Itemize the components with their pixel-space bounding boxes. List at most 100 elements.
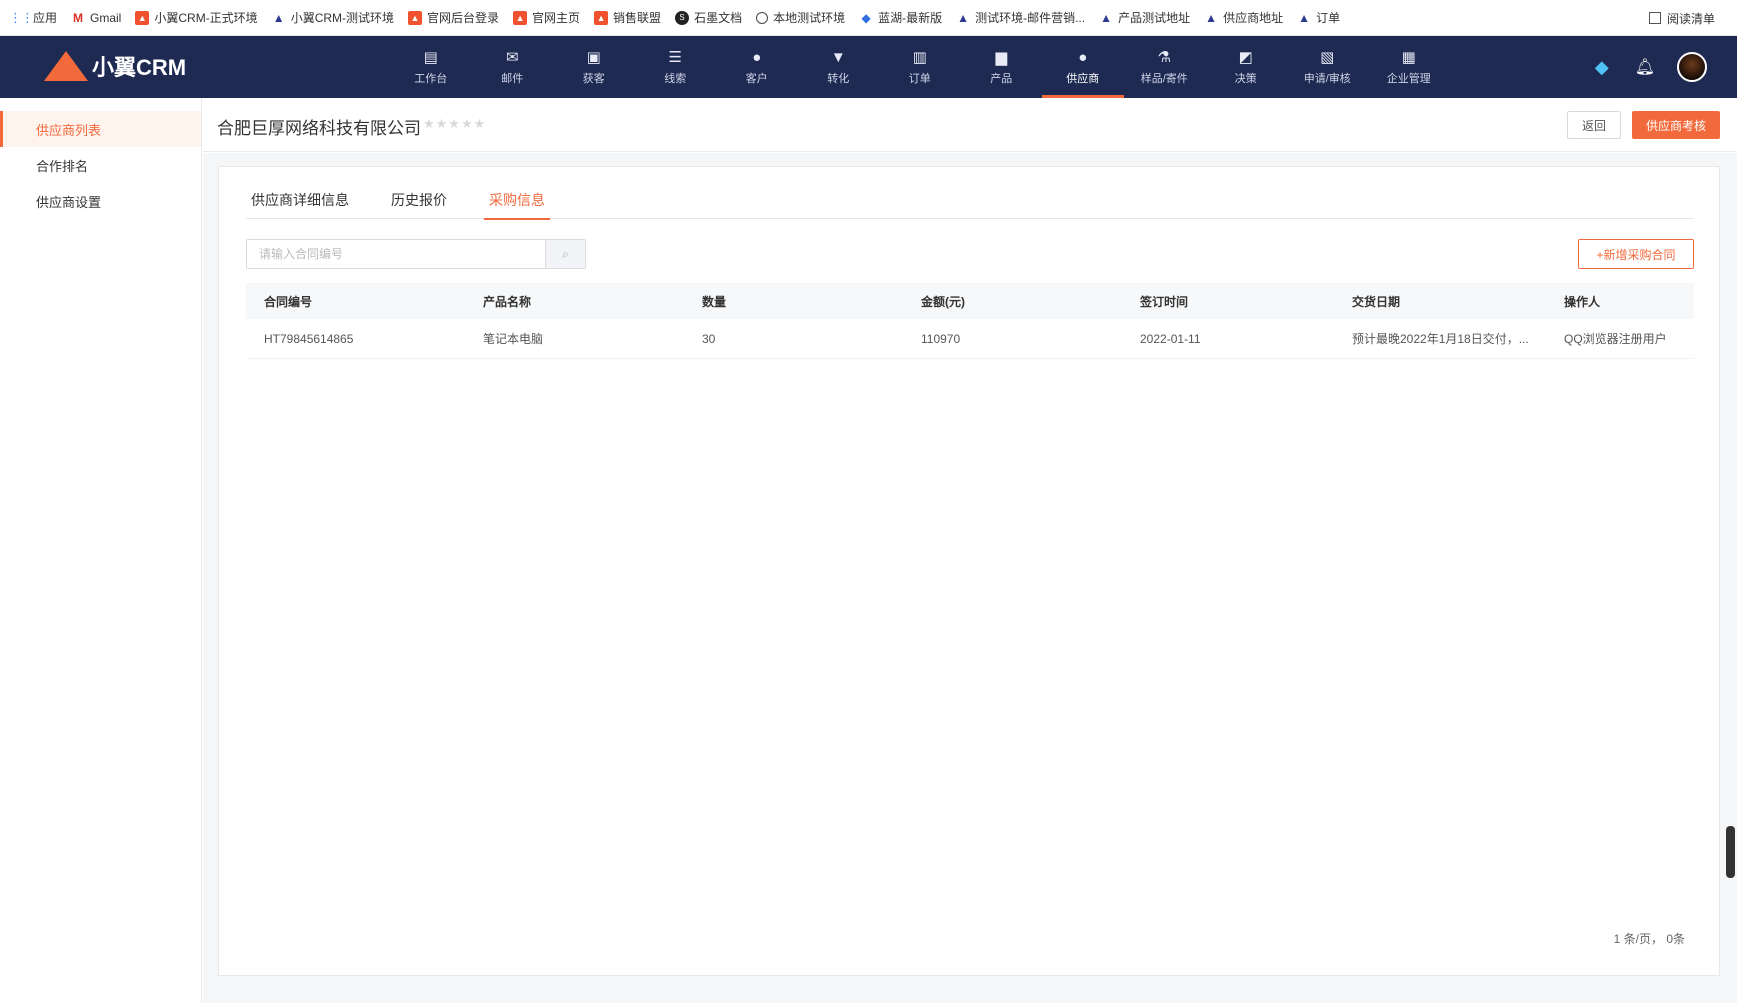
bookmark-item[interactable]: ▲ 小翼CRM-正式环境 (135, 9, 258, 26)
table-cell: 30 (702, 331, 716, 346)
back-button[interactable]: 返回 (1567, 111, 1621, 139)
column-header: 交货日期 (1352, 294, 1401, 309)
column-header: 金额(元) (921, 294, 965, 309)
purchase-table: 合同编号 产品名称 数量 金额(元) 签订时间 交货日期 操作人 HT79845614865… (246, 283, 1694, 359)
diamond-icon[interactable]: ◆ (1595, 57, 1609, 78)
column-header: 数量 (702, 294, 727, 309)
apps-grid-icon: ⋮⋮ (9, 9, 34, 25)
content-card: 供应商详细信息 历史报价 采购信息 ⌕ +新增采购合同 合同编号 产品名称 数量 金额(元… (218, 166, 1720, 976)
nav-icon: ▼ (830, 48, 846, 66)
nav-label: 申请/审核 (1303, 73, 1351, 85)
contract-search: ⌕ (246, 239, 586, 269)
nav-label: 工作台 (414, 73, 448, 85)
star-rating[interactable]: ★★★★★ (423, 116, 486, 132)
bookmark-item[interactable]: M Gmail (71, 11, 121, 25)
bookmark-label: 小翼CRM-正式环境 (154, 11, 258, 25)
bookmark-label: 测试环境-邮件营销... (975, 11, 1086, 25)
bookmark-item[interactable]: ▲ 官网主页 (513, 9, 580, 26)
bookmark-label: 石墨文档 (694, 11, 743, 25)
nav-item[interactable]: ▣ 获客 (553, 36, 635, 98)
bookmark-item[interactable]: ▲ 测试环境-邮件营销... (956, 9, 1085, 26)
tab[interactable]: 采购信息 (484, 189, 550, 220)
supplier-evaluate-button[interactable]: 供应商考核 (1632, 111, 1720, 139)
bookmark-label: 小翼CRM-测试环境 (290, 11, 395, 25)
bookmark-item[interactable]: ▲ 官网后台登录 (408, 9, 499, 26)
nav-item[interactable]: ▥ 订单 (879, 36, 961, 98)
nav-icon: ▣ (586, 49, 601, 66)
nav-item[interactable]: ✉ 邮件 (472, 36, 554, 98)
nav-item[interactable]: ● 客户 (716, 36, 798, 98)
globe-icon (756, 11, 769, 24)
nav-item[interactable]: ▦ 企业管理 (1368, 36, 1450, 98)
reading-list-icon (1648, 12, 1661, 24)
nav-label: 供应商 (1066, 73, 1100, 85)
contract-search-input[interactable] (247, 240, 545, 268)
bookmark-label: 产品测试地址 (1118, 11, 1191, 25)
sidebar: 供应商列表 合作排名 供应商设置 (0, 98, 202, 1003)
bookmark-item[interactable]: ▲ 产品测试地址 (1099, 9, 1190, 26)
nav-label: 决策 (1234, 73, 1257, 85)
triangle-logo-icon: ▲ (1205, 10, 1218, 25)
bookmark-item[interactable]: ▲ 供应商地址 (1204, 9, 1283, 26)
nav-icon: ☰ (668, 49, 682, 66)
nav-label: 企业管理 (1386, 73, 1431, 85)
pagination-summary: 1 条/页， 0条 (1613, 932, 1685, 946)
scrollbar-handle[interactable] (1726, 826, 1735, 878)
reading-list-label: 阅读清单 (1666, 11, 1715, 26)
tab[interactable]: 历史报价 (386, 189, 452, 219)
bell-icon[interactable]: 🔔︎ (1635, 57, 1655, 77)
nav-item[interactable]: ⚗ 样品/寄件 (1124, 36, 1206, 98)
nav-item[interactable]: ◩ 决策 (1205, 36, 1287, 98)
tab-bar: 供应商详细信息 历史报价 采购信息 (246, 189, 1694, 220)
bookmark-label: Gmail (90, 10, 122, 25)
nav-icon: ▥ (912, 49, 927, 66)
bookmark-bar: ⋮⋮ 应用 M Gmail ▲ 小翼CRM-正式环境 ▲ 小翼CRM-测试环境 ▲ 官网后台登录 ▲… (0, 0, 1737, 36)
app-logo[interactable]: 小翼CRM (44, 50, 186, 82)
nav-icon: ✉ (505, 49, 519, 66)
table-row[interactable]: HT79845614865 笔记本电脑 30 110970 2022-01-11 预计最晚… (246, 319, 1694, 359)
bookmark-item[interactable]: ▲ 销售联盟 (594, 9, 661, 26)
nav-item[interactable]: ● 供应商 (1042, 36, 1124, 98)
bookmark-label: 供应商地址 (1223, 11, 1284, 25)
nav-icon: ◩ (1238, 49, 1253, 66)
bookmark-label: 应用 (33, 11, 58, 25)
sidebar-list: 供应商列表 合作排名 供应商设置 (0, 98, 201, 219)
bookmark-label: 本地测试环境 (773, 11, 846, 25)
avatar[interactable] (1677, 52, 1707, 82)
nav-item[interactable]: ▼ 转化 (798, 36, 880, 98)
nav-label: 订单 (908, 73, 931, 85)
crm-square-icon: ▲ (513, 10, 528, 25)
search-icon[interactable]: ⌕ (545, 240, 585, 268)
add-purchase-contract-button[interactable]: +新增采购合同 (1578, 239, 1694, 269)
table-cell: 110970 (921, 331, 961, 346)
shimo-icon: S (675, 10, 690, 25)
bookmark-item[interactable]: S 石墨文档 (675, 9, 742, 26)
tab[interactable]: 供应商详细信息 (246, 189, 354, 219)
logo-text: 小翼CRM (92, 55, 187, 80)
bookmark-item[interactable]: ◆ 蓝湖-最新版 (859, 9, 942, 26)
nav-icon: ▦ (1401, 49, 1416, 66)
nav-item[interactable]: ▧ 申请/审核 (1287, 36, 1369, 98)
nav-icon: ▆ (995, 49, 1008, 66)
nav-icon: ● (1078, 48, 1088, 66)
sidebar-item[interactable]: 合作排名 (0, 147, 201, 183)
bookmark-item[interactable]: ▲ 小翼CRM-测试环境 (272, 9, 394, 26)
nav-icon: ▤ (423, 49, 438, 66)
column-header: 操作人 (1564, 294, 1601, 309)
reading-list-button[interactable]: 阅读清单 (1648, 0, 1715, 36)
nav-item[interactable]: ☰ 线索 (635, 36, 717, 98)
nav-label: 转化 (827, 73, 850, 85)
nav-item[interactable]: ▤ 工作台 (390, 36, 472, 98)
sidebar-item[interactable]: 供应商设置 (0, 183, 201, 219)
nav-label: 线索 (664, 73, 687, 85)
table-cell: 预计最晚2022年1月18日交付，... (1352, 332, 1529, 346)
nav-item[interactable]: ▆ 产品 (961, 36, 1043, 98)
bookmark-item[interactable]: ⋮⋮ 应用 (9, 9, 58, 26)
crm-square-icon: ▲ (408, 10, 423, 25)
bookmark-item[interactable]: 本地测试环境 (756, 9, 845, 26)
nav-label: 邮件 (501, 73, 524, 85)
bookmark-item[interactable]: ▲ 订单 (1297, 9, 1340, 26)
sidebar-item[interactable]: 供应商列表 (0, 111, 201, 147)
triangle-logo-icon: ▲ (1100, 10, 1113, 25)
nav-icon: ▧ (1320, 49, 1335, 66)
